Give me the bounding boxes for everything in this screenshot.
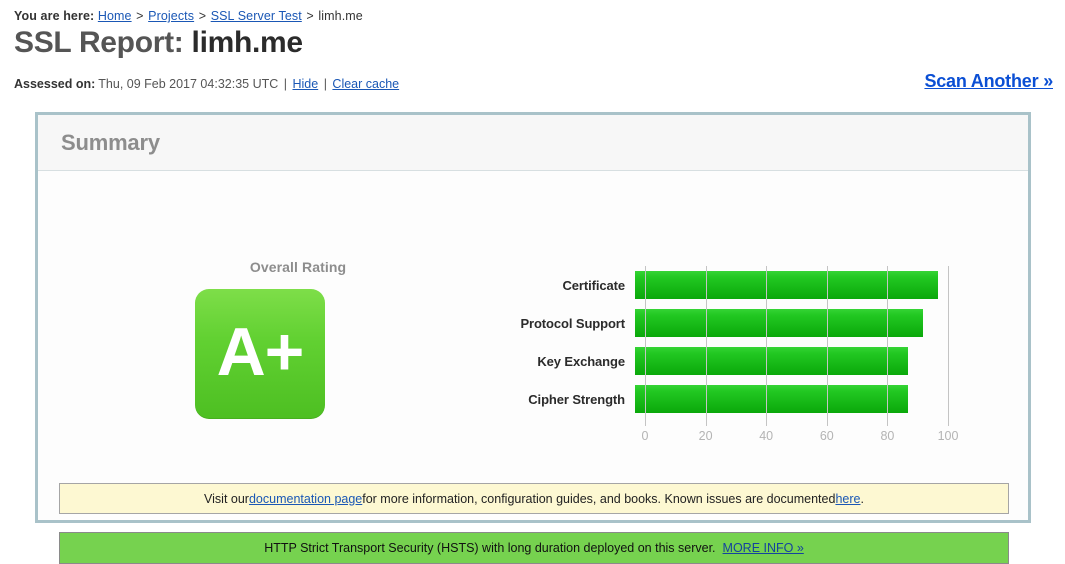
chart-label-key-exchange: Key Exchange	[537, 353, 625, 369]
documentation-page-link[interactable]: documentation page	[249, 492, 362, 506]
clear-cache-link[interactable]: Clear cache	[332, 77, 399, 91]
chart-x-tick: 0	[641, 429, 649, 443]
chart-track	[635, 380, 940, 418]
scan-another-link[interactable]: Scan Another »	[924, 71, 1053, 92]
breadcrumb-link-projects[interactable]: Projects	[148, 9, 194, 23]
breadcrumb-separator: >	[136, 9, 144, 23]
chart-row: Cipher Strength	[463, 380, 953, 418]
chart-bar-key-exchange	[635, 347, 908, 375]
assessed-separator: |	[323, 77, 327, 91]
chart-label-certificate: Certificate	[562, 277, 626, 293]
documentation-text-after: .	[860, 491, 864, 506]
page-title-prefix: SSL Report:	[14, 26, 184, 59]
chart-row: Key Exchange	[463, 342, 953, 380]
chart-x-axis: 0 20 40 60 80 100	[641, 427, 959, 447]
breadcrumb-separator: >	[306, 9, 314, 23]
chart-bar-cipher-strength	[635, 385, 908, 413]
assessed-line: Assessed on: Thu, 09 Feb 2017 04:32:35 UT…	[14, 77, 399, 91]
breadcrumb-current: limh.me	[318, 9, 363, 23]
chart-x-tick: 60	[819, 429, 834, 443]
summary-title: Summary	[61, 130, 160, 155]
hide-link[interactable]: Hide	[292, 77, 318, 91]
page-title-host: limh.me	[191, 26, 304, 59]
summary-panel: Summary Overall Rating A+ Certificate Pr…	[35, 112, 1031, 564]
documentation-notice: Visit our documentation page for more in…	[59, 483, 1009, 514]
assessed-label: Assessed on:	[14, 77, 96, 91]
chart-x-tick: 40	[759, 429, 774, 443]
hsts-text: HTTP Strict Transport Security (HSTS) wi…	[264, 541, 716, 555]
breadcrumb: You are here: Home > Projects > SSL Serv…	[14, 9, 363, 23]
chart-row: Protocol Support	[463, 304, 953, 342]
score-bar-chart: Certificate Protocol Support Key Exchang…	[463, 266, 959, 451]
chart-bar-protocol-support	[635, 309, 923, 337]
grade-badge: A+	[195, 289, 325, 419]
hsts-notice: HTTP Strict Transport Security (HSTS) wi…	[59, 532, 1009, 564]
grade-value: A+	[216, 314, 305, 390]
summary-panel-body: Overall Rating A+ Certificate Protocol S…	[38, 171, 1028, 564]
chart-x-tick: 80	[880, 429, 895, 443]
breadcrumb-link-ssl-server-test[interactable]: SSL Server Test	[211, 9, 302, 23]
hsts-more-info-link[interactable]: MORE INFO »	[716, 541, 804, 555]
summary-panel-header: Summary	[38, 115, 1028, 171]
chart-label-protocol-support: Protocol Support	[520, 315, 625, 331]
chart-track	[635, 342, 940, 380]
documentation-text-middle: for more information, configuration guid…	[362, 491, 836, 506]
chart-bar-certificate	[635, 271, 938, 299]
chart-row: Certificate	[463, 266, 953, 304]
known-issues-here-link[interactable]: here	[835, 492, 860, 506]
chart-x-tick: 20	[698, 429, 713, 443]
page-title: SSL Report: limh.me	[14, 26, 303, 60]
breadcrumb-label: You are here:	[14, 9, 95, 23]
breadcrumb-link-home[interactable]: Home	[98, 9, 132, 23]
assessed-value: Thu, 09 Feb 2017 04:32:35 UTC	[98, 77, 279, 91]
documentation-text-before: Visit our	[204, 491, 249, 506]
assessed-separator: |	[283, 77, 287, 91]
breadcrumb-separator: >	[198, 9, 207, 23]
chart-rows: Certificate Protocol Support Key Exchang…	[463, 266, 953, 418]
chart-track	[635, 304, 940, 342]
overall-rating-caption: Overall Rating	[249, 259, 347, 275]
chart-x-tick: 100	[937, 429, 959, 443]
chart-label-cipher-strength: Cipher Strength	[528, 391, 625, 407]
chart-track	[635, 266, 940, 304]
